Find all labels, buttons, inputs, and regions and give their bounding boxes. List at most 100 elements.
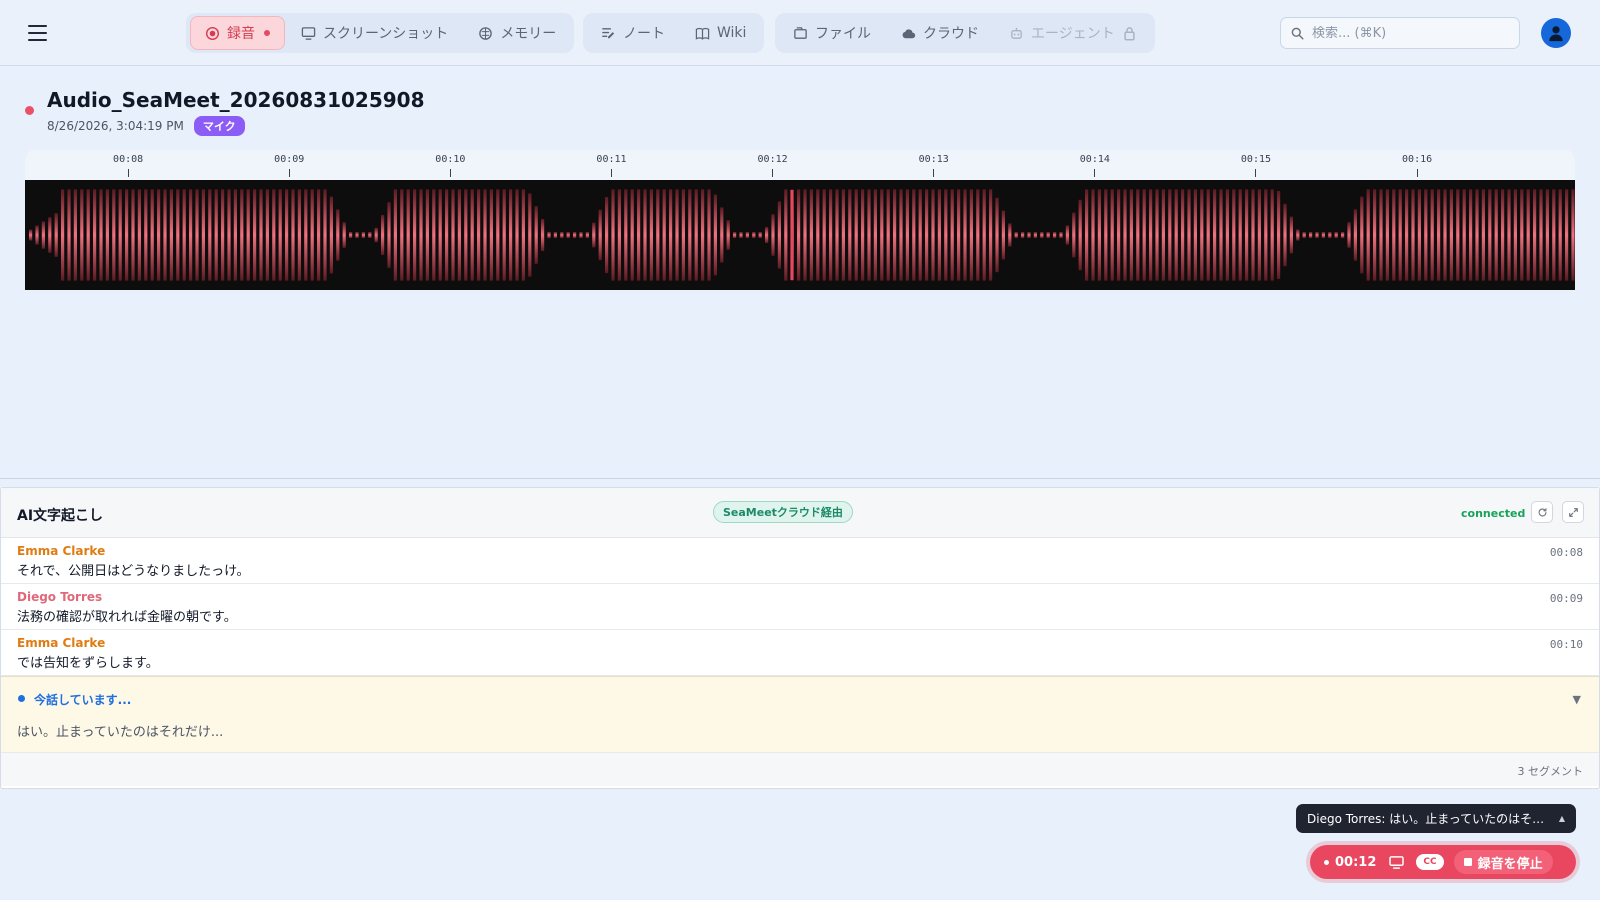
screen-capture-button[interactable]	[1386, 852, 1406, 872]
waveform-bar	[893, 189, 897, 281]
transcript-segment[interactable]: Emma Clarke では告知をずらします。 00:10	[1, 630, 1599, 676]
waveform-bar	[1014, 232, 1018, 238]
timeline-tick-label: 00:11	[596, 154, 627, 165]
waveform-bar	[1501, 189, 1505, 281]
waveform-bar	[637, 189, 641, 281]
waveform-bar	[989, 189, 993, 281]
folder-icon	[794, 26, 807, 39]
refresh-button[interactable]	[1531, 501, 1553, 523]
waveform-bar	[272, 189, 276, 281]
waveform-bar	[1149, 189, 1153, 281]
waveform-bar	[1213, 189, 1217, 281]
record-icon	[205, 26, 220, 40]
waveform-bar	[1526, 189, 1530, 281]
timeline-tick-label: 00:10	[435, 154, 466, 165]
nav-item-cloud[interactable]: クラウド	[887, 16, 993, 50]
stop-recording-button[interactable]: 録音を停止	[1453, 850, 1553, 874]
waveform-bar	[137, 189, 141, 281]
live-text: はい。止まっていたのはそれだけ...	[17, 725, 224, 740]
timeline-tick-mark	[1416, 169, 1418, 177]
segment-time: 00:09	[1549, 592, 1583, 605]
waveform-bar	[681, 189, 685, 281]
waveform-bar	[553, 232, 557, 238]
waveform-bar	[1033, 232, 1037, 238]
nav-item-label: エージェント	[1031, 26, 1115, 42]
waveform-bar	[509, 189, 513, 281]
waveform-bar	[1366, 189, 1370, 281]
monitor-icon	[1389, 855, 1404, 869]
transcript-segment[interactable]: Emma Clarke それで、公開日はどうなりましたっけ。 00:08	[1, 538, 1599, 584]
waveform-bar	[1507, 189, 1511, 281]
speaker-name: Diego Torres	[17, 590, 103, 604]
collapse-arrow-icon[interactable]: ▼	[1573, 693, 1581, 706]
waveform-viewer[interactable]: 00:08 00:09 00:10 00:11 00:12 00:13 00:14 00:15…	[25, 150, 1575, 356]
timeline-tick: 00:11	[581, 150, 641, 177]
playhead[interactable]	[790, 190, 794, 280]
waveform-bar	[841, 189, 845, 281]
waveform-bar	[624, 189, 628, 281]
waveform-bar	[1558, 189, 1562, 281]
waveform-bar	[905, 189, 909, 281]
waveform-bar	[605, 197, 609, 273]
captions-toggle[interactable]: CC	[1416, 854, 1444, 870]
search-box[interactable]	[1280, 17, 1520, 49]
waveform-bar	[720, 207, 724, 263]
waveform-bar	[349, 232, 353, 238]
waveform-bar	[771, 214, 775, 256]
waveform-bar	[701, 189, 705, 281]
nav-item-agent[interactable]: エージェント	[995, 16, 1151, 50]
search-input[interactable]	[1312, 25, 1502, 41]
waveform-bar	[163, 189, 167, 281]
waveform[interactable]	[25, 180, 1575, 290]
waveform-bar	[1091, 189, 1095, 281]
waveform-bar	[1475, 189, 1479, 281]
waveform-bar	[208, 189, 212, 281]
user-icon	[1549, 26, 1563, 42]
caption-toast[interactable]: Diego Torres: はい。止まっていたのはそれだけ... ▲	[1296, 804, 1576, 833]
waveform-bar	[1405, 189, 1409, 281]
waveform-bar	[1437, 189, 1441, 281]
waveform-bar	[848, 189, 852, 281]
waveform-bar	[483, 189, 487, 281]
waveform-bar	[1539, 189, 1543, 281]
nav-item-files[interactable]: ファイル	[779, 16, 885, 50]
caret-up-icon[interactable]: ▲	[1559, 814, 1565, 823]
waveform-bar	[470, 189, 474, 281]
waveform-bar	[822, 189, 826, 281]
waveform-bar	[195, 189, 199, 281]
nav-item-wiki[interactable]: Wiki	[681, 16, 760, 50]
waveform-bar	[1347, 222, 1351, 248]
waveform-bar	[541, 219, 545, 251]
waveform-bar	[1078, 199, 1082, 271]
nav-item-memory[interactable]: メモリー	[464, 16, 570, 50]
expand-button[interactable]	[1562, 501, 1584, 523]
transcript-segment[interactable]: Diego Torres 法務の確認が取れれば金曜の朝です。 00:09	[1, 584, 1599, 630]
avatar[interactable]	[1541, 18, 1571, 48]
timeline-ruler[interactable]: 00:08 00:09 00:10 00:11 00:12 00:13 00:14 00:15…	[25, 150, 1575, 180]
waveform-bar	[1533, 189, 1537, 281]
menu-icon[interactable]	[28, 20, 56, 46]
waveform-bar	[329, 196, 333, 274]
waveform-bar	[1168, 189, 1172, 281]
waveform-bar	[73, 189, 77, 281]
timeline-tick: 00:15	[1226, 150, 1286, 177]
segment-text: それで、公開日はどうなりましたっけ。	[17, 564, 250, 579]
waveform-bar	[1565, 189, 1569, 281]
waveform-bar	[86, 189, 90, 281]
waveform-bar	[579, 232, 583, 238]
timeline-tick-label: 00:09	[274, 154, 305, 165]
waveform-bar	[1545, 189, 1549, 281]
waveform-bar	[739, 232, 743, 238]
waveform-bar	[643, 189, 647, 281]
waveform-bar	[1571, 189, 1575, 281]
waveform-bar	[29, 229, 33, 241]
nav-item-record[interactable]: 録音	[190, 16, 285, 50]
waveform-bar	[61, 189, 65, 281]
waveform-bar	[1417, 189, 1421, 281]
waveform-bar	[1123, 189, 1127, 281]
nav-item-notes[interactable]: ノート	[587, 16, 679, 50]
nav-item-screenshot[interactable]: スクリーンショット	[287, 16, 462, 50]
waveform-bar	[1373, 189, 1377, 281]
waveform-bar	[35, 225, 39, 245]
waveform-bar	[355, 232, 359, 238]
